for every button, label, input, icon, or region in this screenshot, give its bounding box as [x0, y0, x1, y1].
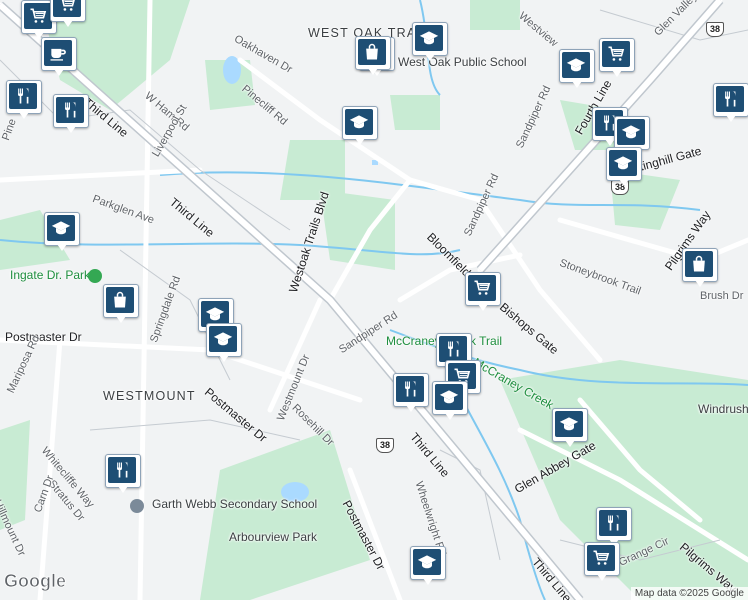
- street-label: Brush Dr: [700, 290, 744, 302]
- restaurant-marker[interactable]: [53, 94, 89, 134]
- poi-label[interactable]: Ingate Dr. Park: [10, 268, 90, 282]
- route-shield: 38: [376, 438, 394, 453]
- poi-label[interactable]: Windrush: [698, 402, 748, 416]
- school-marker[interactable]: [44, 212, 80, 252]
- shopping-marker[interactable]: [355, 36, 391, 76]
- school-icon: [617, 119, 645, 145]
- cafe-icon: [44, 40, 72, 66]
- school-marker[interactable]: [206, 323, 242, 363]
- route-shield: 38: [706, 22, 724, 37]
- poi-label[interactable]: Garth Webb Secondary School: [152, 497, 317, 511]
- school-marker[interactable]: [552, 408, 588, 448]
- school-icon: [209, 326, 237, 352]
- school-icon: [413, 549, 441, 575]
- shopping-marker[interactable]: [682, 248, 718, 288]
- restaurant-marker[interactable]: [596, 507, 632, 547]
- grocery-icon: [53, 0, 81, 17]
- grocery-marker[interactable]: [50, 0, 86, 28]
- grocery-icon: [468, 275, 496, 301]
- grocery-icon: [602, 41, 630, 67]
- school-marker[interactable]: [559, 49, 595, 89]
- shopping-icon: [358, 39, 386, 65]
- school-icon: [130, 499, 144, 513]
- map-canvas[interactable]: WEST OAK TRAILS WESTMOUNT West Oak Publi…: [0, 0, 748, 600]
- park-icon: [88, 269, 102, 283]
- school-marker[interactable]: [410, 546, 446, 586]
- restaurant-marker[interactable]: [393, 373, 429, 413]
- street-label: Postmaster Dr: [5, 330, 82, 344]
- google-logo: Google: [4, 571, 67, 596]
- restaurant-icon: [599, 510, 627, 536]
- school-icon: [415, 25, 443, 51]
- restaurant-marker[interactable]: [713, 83, 748, 123]
- grocery-icon: [587, 545, 615, 571]
- grocery-marker[interactable]: [599, 38, 635, 78]
- restaurant-icon: [108, 457, 136, 483]
- poi-label[interactable]: Arbourview Park: [229, 530, 317, 544]
- logo-text: Google: [4, 571, 66, 591]
- restaurant-marker[interactable]: [6, 80, 42, 120]
- restaurant-icon: [396, 376, 424, 402]
- grocery-marker[interactable]: [465, 272, 501, 312]
- restaurant-icon: [439, 336, 467, 362]
- shopping-icon: [685, 251, 713, 277]
- school-icon: [555, 411, 583, 437]
- shopping-icon: [106, 287, 134, 313]
- map-attribution[interactable]: Map data ©2025 Google: [630, 587, 748, 600]
- restaurant-icon: [9, 83, 37, 109]
- school-marker[interactable]: [342, 106, 378, 146]
- grocery-marker[interactable]: [584, 542, 620, 582]
- school-icon: [435, 384, 463, 410]
- school-icon: [562, 52, 590, 78]
- restaurant-icon: [56, 97, 84, 123]
- restaurant-marker[interactable]: [105, 454, 141, 494]
- cafe-marker[interactable]: [41, 37, 77, 77]
- school-marker[interactable]: [412, 22, 448, 62]
- school-marker[interactable]: [432, 381, 468, 421]
- school-icon: [609, 150, 637, 176]
- school-marker[interactable]: [606, 147, 642, 187]
- shopping-marker[interactable]: [103, 284, 139, 324]
- restaurant-icon: [716, 86, 744, 112]
- school-icon: [345, 109, 373, 135]
- grocery-icon: [24, 3, 52, 29]
- area-label: WESTMOUNT: [103, 389, 196, 403]
- school-icon: [47, 215, 75, 241]
